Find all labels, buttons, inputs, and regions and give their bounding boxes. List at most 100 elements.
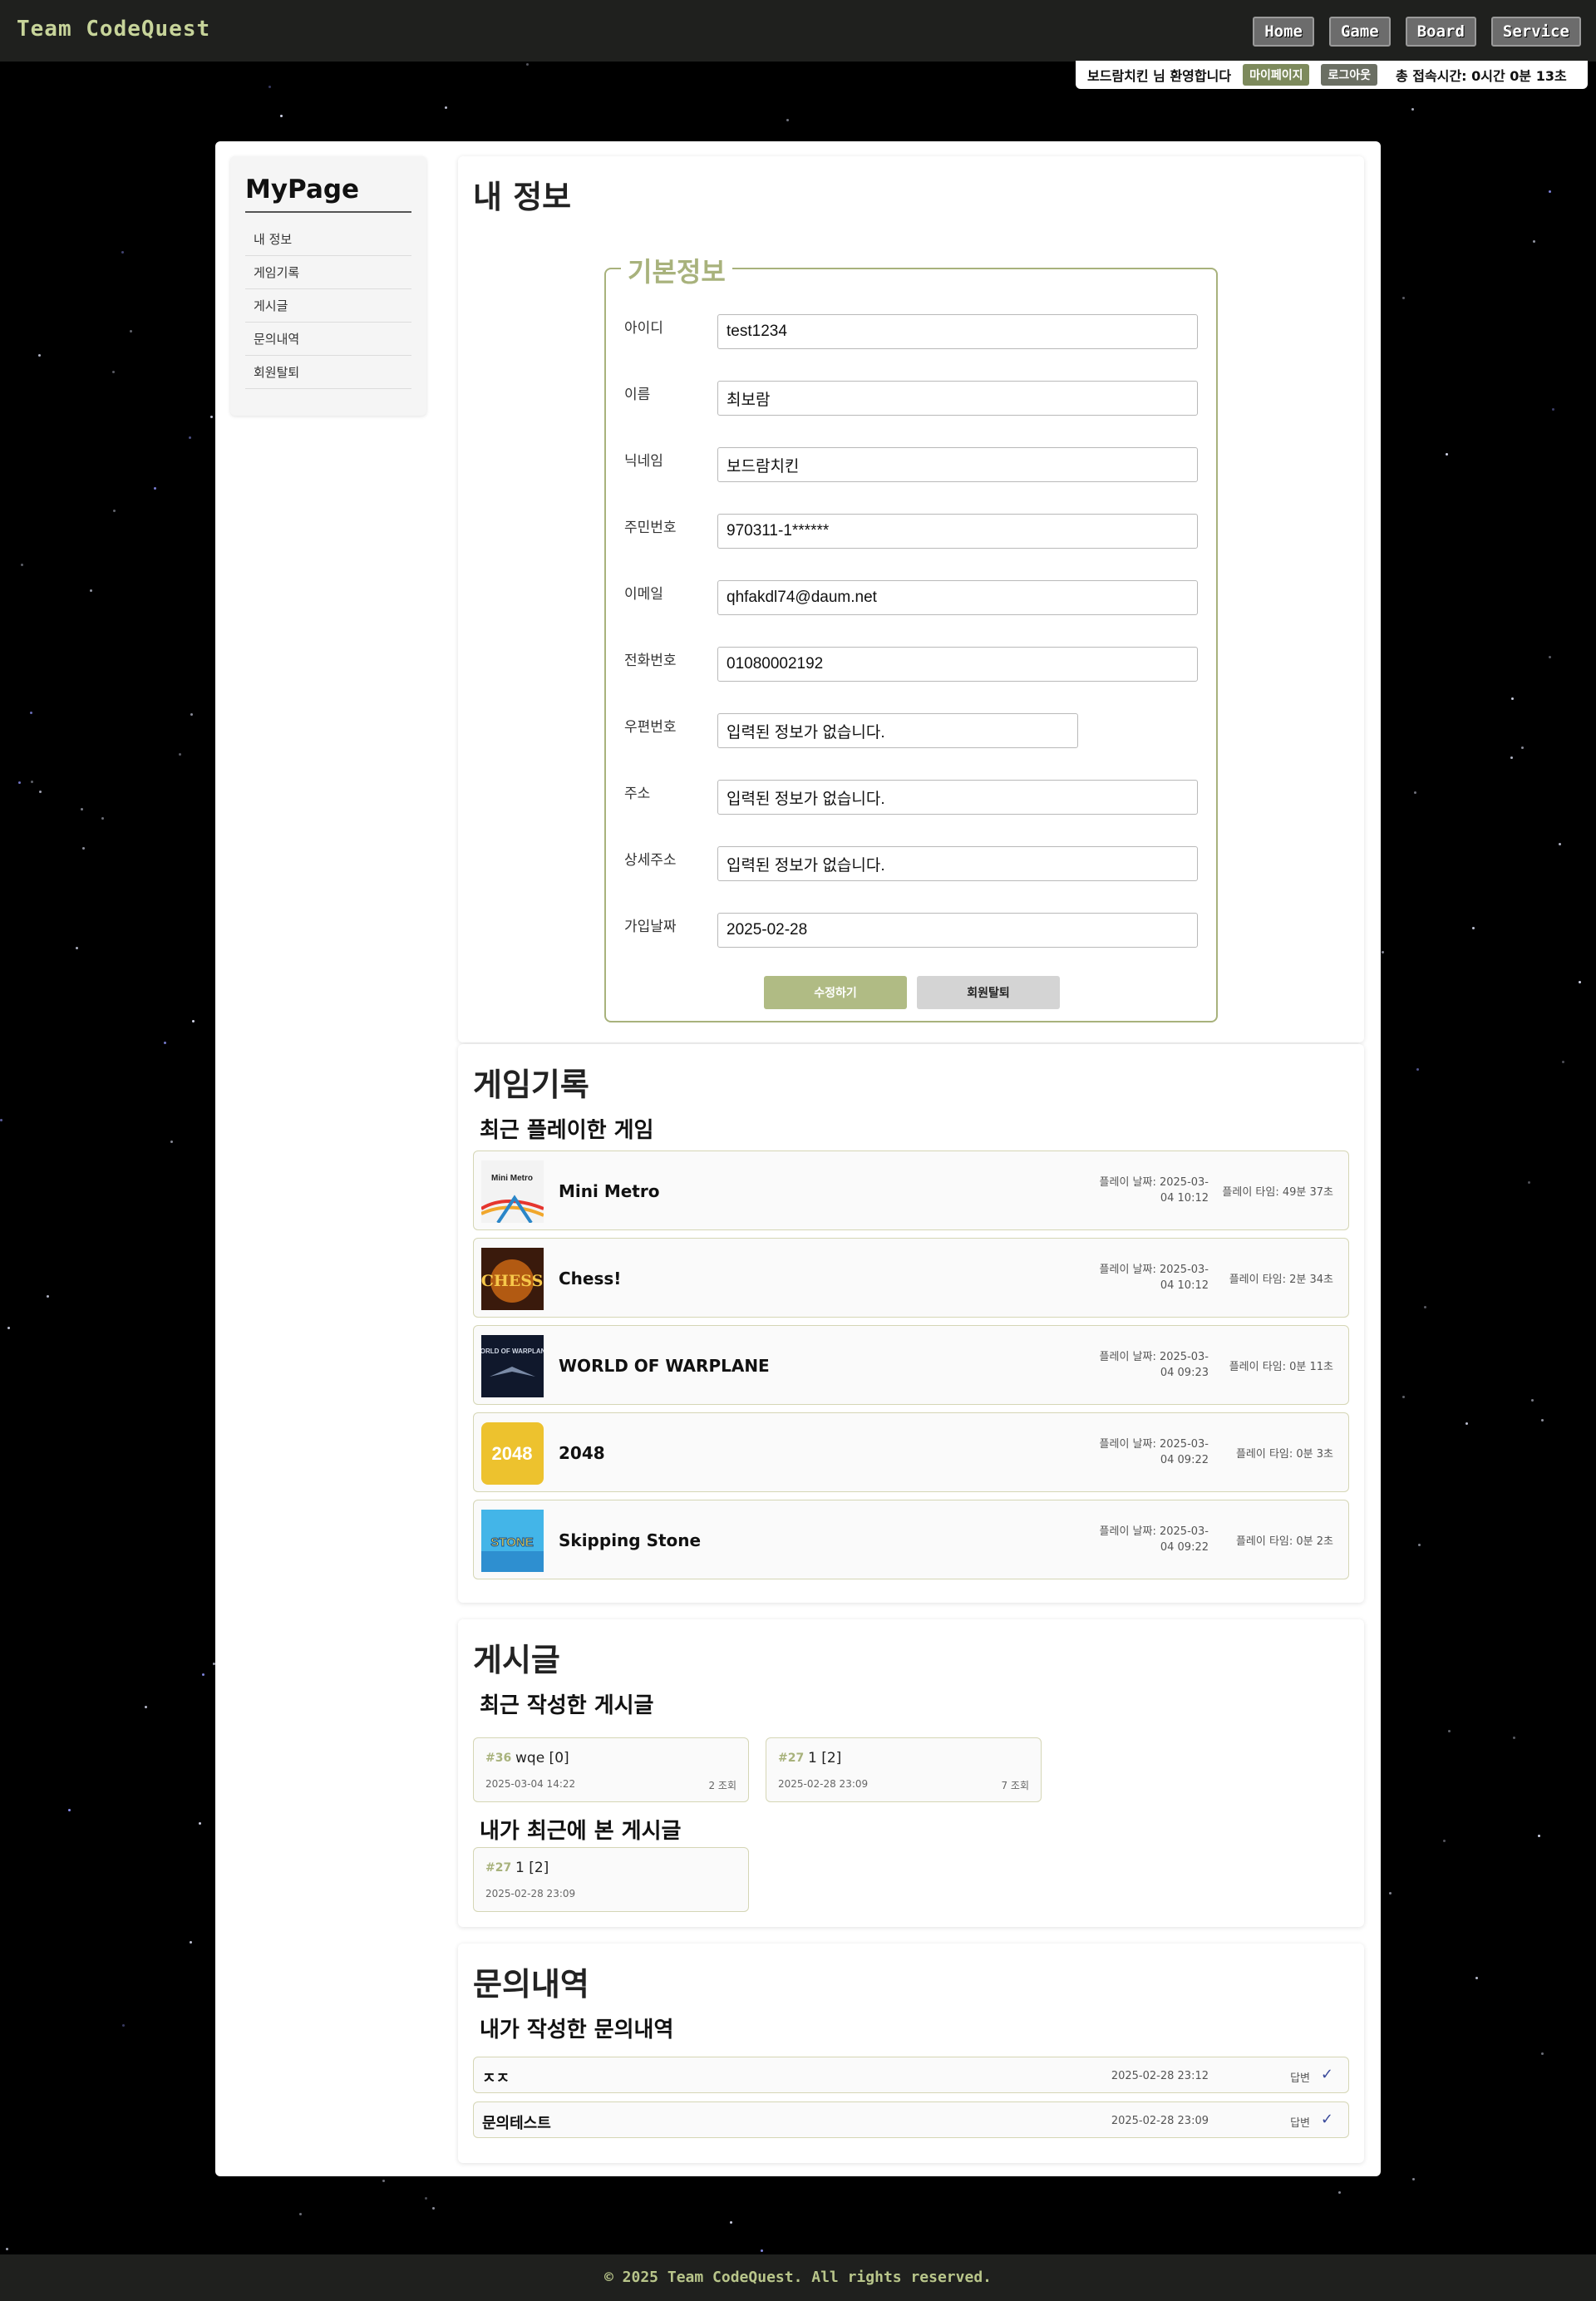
- game-name: 2048: [559, 1443, 605, 1463]
- inquiry-status: 답변: [1290, 2072, 1310, 2085]
- info-action-buttons: 수정하기 회원탈퇴: [764, 976, 1060, 1009]
- star: [7, 1327, 10, 1329]
- inquiries-heading: 문의내역: [473, 1966, 589, 2003]
- post-card[interactable]: #27 1 [2] 2025-02-28 23:09: [473, 1847, 749, 1912]
- star: [1559, 843, 1561, 845]
- sidebar-item-posts[interactable]: 게시글: [245, 289, 411, 323]
- ssn-field[interactable]: [717, 514, 1198, 549]
- game-play-time: 플레이 타임: 0분 3초: [1235, 1448, 1333, 1461]
- warplane-thumbnail: WORLD OF WARPLANE: [481, 1335, 544, 1397]
- skipping-stone-thumbnail: STONE: [481, 1510, 544, 1572]
- game-record-item[interactable]: CHESS Chess! 플레이 날짜: 2025-03- 04 10:12 플레…: [473, 1238, 1349, 1318]
- star: [761, 2249, 763, 2252]
- join-date-field[interactable]: [717, 913, 1198, 948]
- star: [299, 2213, 302, 2215]
- sidebar-item-inquiries[interactable]: 문의내역: [245, 323, 411, 356]
- inquiry-item[interactable]: 문의테스트 2025-02-28 23:09 답변 ✓: [473, 2101, 1349, 2138]
- svg-text:Mini Metro: Mini Metro: [491, 1174, 533, 1183]
- star: [189, 436, 191, 439]
- name-field[interactable]: [717, 381, 1198, 416]
- game-record-item[interactable]: WORLD OF WARPLANE WORLD OF WARPLANE 플레이 …: [473, 1325, 1349, 1405]
- sidebar-item-my-info[interactable]: 내 정보: [245, 223, 411, 256]
- star: [21, 564, 23, 566]
- star: [1541, 2052, 1544, 2055]
- star: [1549, 656, 1551, 658]
- mypage-button[interactable]: 마이페이지: [1243, 64, 1310, 86]
- star: [1414, 791, 1416, 794]
- star: [6, 2248, 8, 2250]
- field-row-ssn: 주민번호: [624, 514, 1198, 550]
- star: [1533, 240, 1535, 243]
- star: [1418, 1544, 1421, 1546]
- email-field[interactable]: [717, 580, 1198, 615]
- star: [280, 115, 283, 117]
- recent-posts-heading: 최근 작성한 게시글: [480, 1693, 654, 1718]
- my-inquiries-heading: 내가 작성한 문의내역: [480, 2018, 674, 2042]
- address-field[interactable]: [717, 780, 1198, 815]
- star: [1528, 1181, 1530, 1184]
- logout-button[interactable]: 로그아웃: [1321, 64, 1377, 86]
- game-record-item[interactable]: Mini Metro Mini Metro 플레이 날짜: 2025-03- 04…: [473, 1150, 1349, 1230]
- star: [47, 1295, 49, 1298]
- star: [1424, 1306, 1426, 1308]
- star: [1416, 1068, 1419, 1071]
- nav-game-button[interactable]: Game: [1328, 17, 1391, 47]
- nickname-field[interactable]: [717, 447, 1198, 482]
- star: [1382, 951, 1384, 953]
- star: [68, 1809, 71, 1811]
- star: [1521, 746, 1524, 749]
- star: [1538, 1835, 1540, 1837]
- game-play-date: 플레이 날짜: 2025-03- 04 09:22: [1099, 1438, 1209, 1466]
- field-label: 우편번호: [624, 719, 677, 736]
- game-records-section: 게임기록 최근 플레이한 게임 Mini Metro Mini Metro 플레…: [458, 1044, 1364, 1603]
- star: [0, 1119, 2, 1121]
- site-logo[interactable]: Team CodeQuest: [17, 17, 210, 42]
- address-detail-field[interactable]: [717, 846, 1198, 881]
- game-play-date: 플레이 날짜: 2025-03- 04 09:22: [1099, 1525, 1209, 1554]
- star: [199, 1822, 201, 1825]
- star: [1472, 927, 1475, 929]
- edit-button[interactable]: 수정하기: [764, 976, 907, 1009]
- game-record-item[interactable]: 2048 2048 플레이 날짜: 2025-03- 04 09:22 플레이 타…: [473, 1412, 1349, 1492]
- inquiry-item[interactable]: ㅈㅈ 2025-02-28 23:12 답변 ✓: [473, 2057, 1349, 2093]
- star: [1402, 1396, 1405, 1398]
- star: [1338, 2191, 1341, 2194]
- nav-service-button[interactable]: Service: [1490, 17, 1581, 47]
- star: [1562, 1061, 1564, 1063]
- game-record-item[interactable]: STONE Skipping Stone 플레이 날짜: 2025-03- 04 …: [473, 1500, 1349, 1579]
- star: [81, 808, 83, 811]
- post-card[interactable]: #36 wqe [0] 2025-03-04 14:22 2 조회: [473, 1737, 749, 1802]
- game-name: Chess!: [559, 1269, 622, 1288]
- check-icon: ✓: [1320, 2111, 1333, 2128]
- phone-field[interactable]: [717, 647, 1198, 682]
- sidebar-item-game-records[interactable]: 게임기록: [245, 256, 411, 289]
- basic-info-legend: 기본정보: [621, 251, 732, 289]
- post-date: 2025-02-28 23:09: [485, 1888, 576, 1899]
- mini-metro-thumbnail: Mini Metro: [481, 1160, 544, 1223]
- post-card[interactable]: #27 1 [2] 2025-02-28 23:09 7 조회: [766, 1737, 1042, 1802]
- post-number: #27: [778, 1752, 805, 1765]
- field-label: 아이디: [624, 320, 663, 337]
- field-label: 가입날짜: [624, 919, 677, 935]
- svg-text:WORLD OF WARPLANE: WORLD OF WARPLANE: [481, 1348, 544, 1355]
- nav-home-button[interactable]: Home: [1253, 17, 1314, 47]
- field-row-join-date: 가입날짜: [624, 913, 1198, 949]
- star: [1443, 1840, 1446, 1842]
- star: [425, 2197, 427, 2200]
- withdraw-button[interactable]: 회원탈퇴: [917, 976, 1060, 1009]
- star: [112, 371, 115, 373]
- game-records-heading: 게임기록: [473, 1067, 589, 1103]
- game-play-date: 플레이 날짜: 2025-03- 04 10:12: [1099, 1264, 1209, 1292]
- inquiries-section: 문의내역 내가 작성한 문의내역 ㅈㅈ 2025-02-28 23:12 답변 …: [458, 1944, 1364, 2163]
- field-label: 전화번호: [624, 653, 677, 669]
- star: [170, 1141, 173, 1143]
- field-row-name: 이름: [624, 381, 1198, 417]
- star: [18, 781, 21, 784]
- game-play-date: 플레이 날짜: 2025-03- 04 09:23: [1099, 1351, 1209, 1379]
- sidebar-item-withdraw[interactable]: 회원탈퇴: [245, 356, 411, 389]
- nav-board-button[interactable]: Board: [1405, 17, 1476, 47]
- basic-info-fieldset: 기본정보 아이디 이름 닉네임 주민번호 이메일 전화번호: [604, 251, 1218, 1022]
- id-field[interactable]: [717, 314, 1198, 349]
- post-views: 7 조회: [1001, 1780, 1029, 1791]
- zipcode-field[interactable]: [717, 713, 1078, 748]
